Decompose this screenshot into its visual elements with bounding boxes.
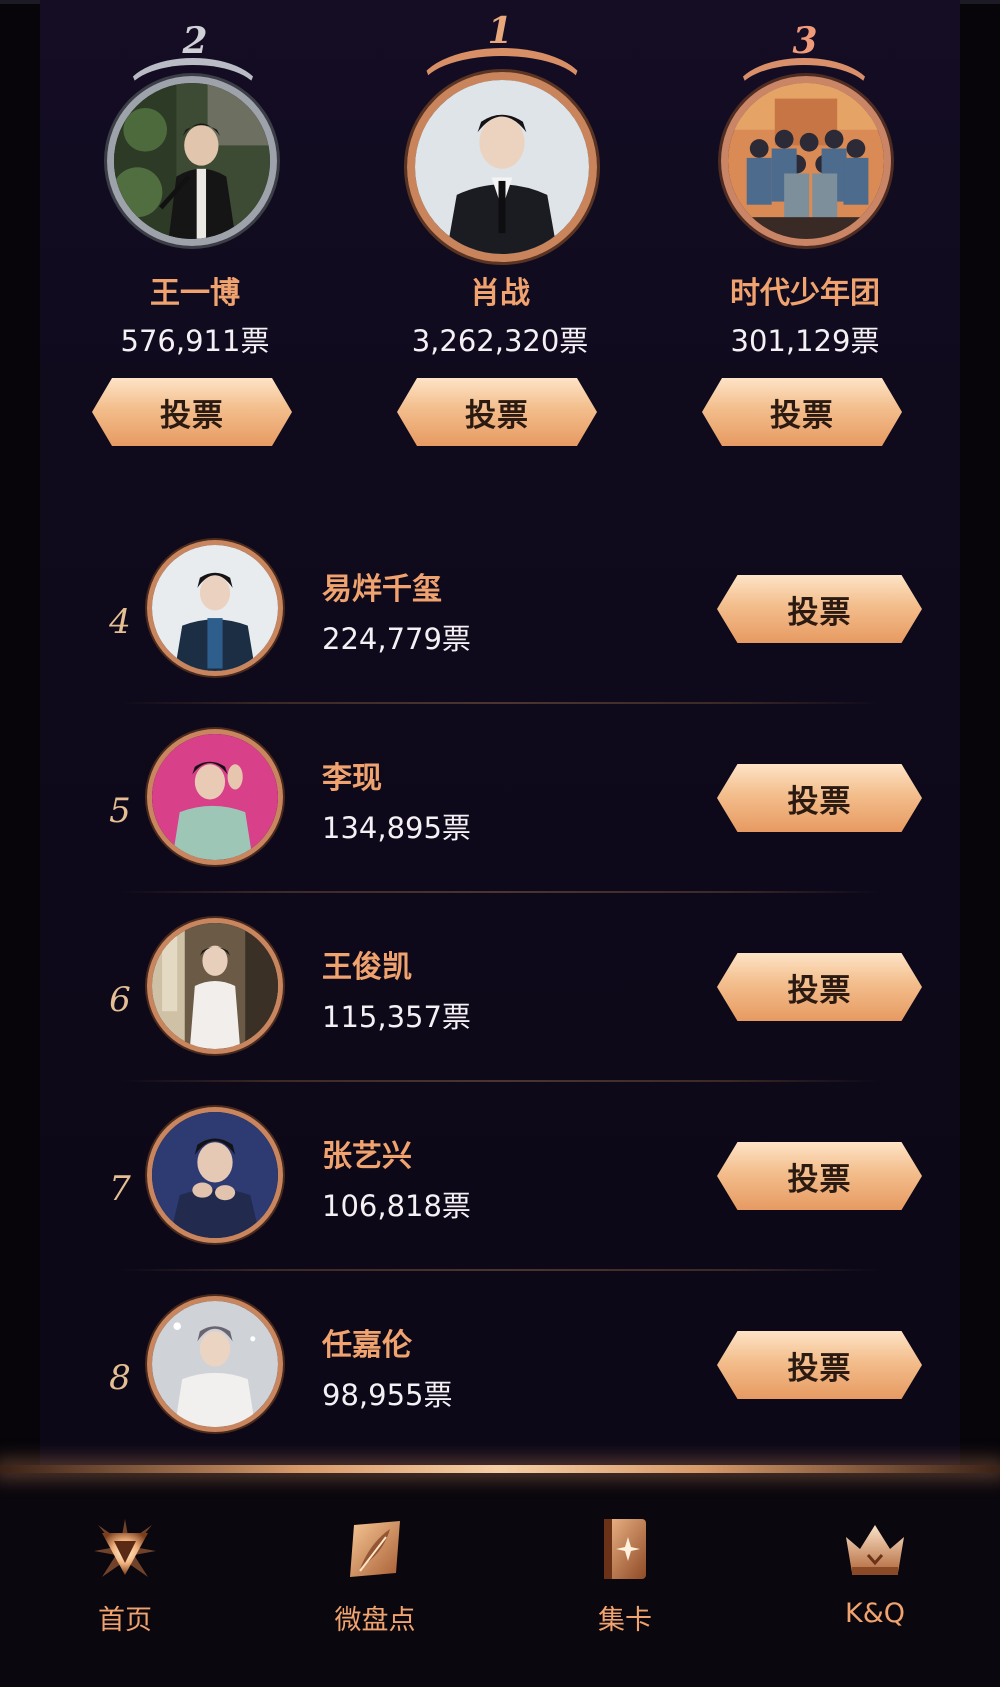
rank-number: 4 [109, 602, 131, 642]
avatar-photo [415, 80, 589, 254]
podium-rank-2: 2 王一博 576,911票 投票 [45, 0, 345, 460]
rank-number: 2 [182, 20, 208, 62]
divider [120, 1269, 880, 1271]
bottom-nav: 首页 微盘点 集卡 K&Q [0, 1465, 1000, 1687]
podium-name: 肖战 [470, 276, 530, 311]
podium-rank-3: 3 时代少年团 301,129票 投票 [655, 0, 955, 460]
nav-item-kq[interactable]: K&Q [775, 1495, 975, 1645]
vote-button[interactable]: 投票 [717, 953, 922, 1021]
crown-icon [846, 1525, 904, 1575]
avatar[interactable] [407, 72, 597, 262]
podium-rank-1: 1 肖战 3,262,320票 投票 [350, 0, 650, 460]
divider [120, 702, 880, 704]
ranking-screen: 2 王一博 576,911票 投票 1 肖战 3,262,320票 投票 3 时… [0, 0, 1000, 1687]
divider [120, 891, 880, 893]
avatar[interactable] [147, 729, 283, 865]
podium-votes: 3,262,320票 [411, 324, 589, 358]
vote-button[interactable]: 投票 [702, 378, 902, 446]
vote-button[interactable]: 投票 [717, 1142, 922, 1210]
nav-label: K&Q [844, 1598, 905, 1629]
rank-number: 3 [792, 20, 818, 62]
list-item-votes: 115,357票 [322, 1000, 471, 1034]
list-item-rank-5: 5 李现 134,895票 投票 [40, 729, 960, 919]
avatar-photo [152, 1112, 278, 1238]
divider [120, 1080, 880, 1082]
list-item-name: 易烊千玺 [322, 572, 442, 607]
nav-item-review[interactable]: 微盘点 [275, 1495, 475, 1645]
vote-button[interactable]: 投票 [717, 1331, 922, 1399]
list-item-votes: 98,955票 [322, 1378, 453, 1412]
rank-number: 5 [109, 791, 131, 831]
rank-number: 8 [109, 1358, 131, 1398]
home-emblem-icon [94, 1519, 156, 1577]
card-icon [604, 1519, 646, 1579]
list-item-votes: 106,818票 [322, 1189, 471, 1223]
list-item-votes: 224,779票 [322, 622, 471, 656]
avatar-photo [152, 1301, 278, 1427]
nav-item-cards[interactable]: 集卡 [525, 1495, 725, 1645]
rank-number: 1 [487, 10, 513, 52]
rank-number: 6 [109, 980, 131, 1020]
avatar[interactable] [147, 1296, 283, 1432]
podium-name: 王一博 [150, 276, 240, 311]
list-item-votes: 134,895票 [322, 811, 471, 845]
avatar[interactable] [147, 918, 283, 1054]
nav-glow-line [0, 1465, 1000, 1473]
nav-label: 集卡 [598, 1605, 652, 1636]
feather-icon [350, 1521, 400, 1577]
list-item-rank-6: 6 王俊凯 115,357票 投票 [40, 918, 960, 1108]
list-item-name: 李现 [322, 761, 382, 796]
list-item-name: 张艺兴 [322, 1139, 412, 1174]
avatar[interactable] [147, 1107, 283, 1243]
list-item-rank-4: 4 易烊千玺 224,779票 投票 [40, 540, 960, 730]
vote-button[interactable]: 投票 [717, 764, 922, 832]
nav-label: 首页 [98, 1605, 152, 1636]
vote-button[interactable]: 投票 [717, 575, 922, 643]
nav-label: 微盘点 [334, 1605, 416, 1636]
podium-votes: 301,129票 [730, 324, 880, 358]
list-item-rank-8: 8 任嘉伦 98,955票 投票 [40, 1296, 960, 1486]
avatar-photo [152, 545, 278, 671]
podium-name: 时代少年团 [730, 276, 880, 311]
avatar-photo [114, 83, 270, 239]
avatar-photo [728, 83, 884, 239]
avatar[interactable] [721, 76, 891, 246]
list-item-name: 王俊凯 [322, 950, 412, 985]
list-item-name: 任嘉伦 [322, 1328, 412, 1363]
rank-number: 7 [109, 1169, 131, 1209]
list-item-rank-7: 7 张艺兴 106,818票 投票 [40, 1107, 960, 1297]
avatar-photo [152, 923, 278, 1049]
nav-item-home[interactable]: 首页 [25, 1495, 225, 1645]
avatar-photo [152, 734, 278, 860]
avatar[interactable] [147, 540, 283, 676]
avatar[interactable] [107, 76, 277, 246]
podium-votes: 576,911票 [120, 324, 270, 358]
vote-button[interactable]: 投票 [397, 378, 597, 446]
vote-button[interactable]: 投票 [92, 378, 292, 446]
